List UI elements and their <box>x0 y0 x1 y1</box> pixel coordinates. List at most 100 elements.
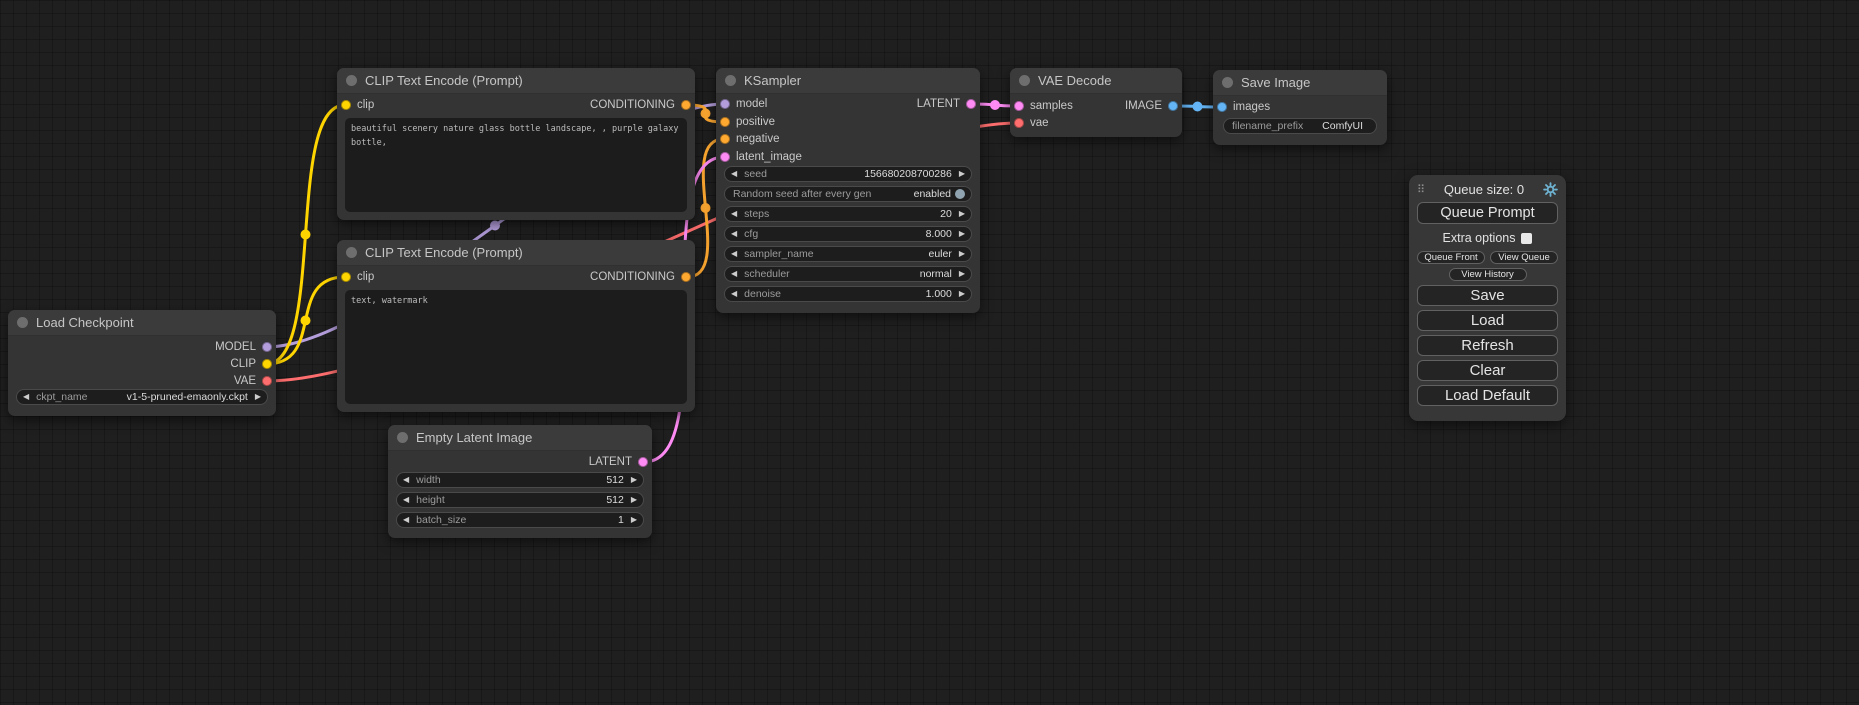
collapse-dot[interactable] <box>1222 77 1233 88</box>
ckpt-name-widget[interactable]: ◀ ckpt_name v1-5-pruned-emaonly.ckpt ▶ <box>16 389 268 405</box>
wire-midpoint-dot <box>701 203 711 213</box>
node-title-bar[interactable]: VAE Decode <box>1010 68 1182 94</box>
wire-midpoint-dot <box>301 316 311 326</box>
increment-arrow-icon[interactable]: ▶ <box>959 170 965 178</box>
decrement-arrow-icon[interactable]: ◀ <box>731 270 737 278</box>
decrement-arrow-icon[interactable]: ◀ <box>731 250 737 258</box>
image-output-dot[interactable] <box>1168 101 1178 111</box>
decrement-arrow-icon[interactable]: ◀ <box>731 210 737 218</box>
extra-options-checkbox[interactable] <box>1521 233 1532 244</box>
output-slot-label: LATENT <box>589 456 632 468</box>
node-ksampler[interactable]: KSampler model positive negative latent_… <box>716 68 980 313</box>
node-title-bar[interactable]: KSampler <box>716 68 980 94</box>
node-title-bar[interactable]: Save Image <box>1213 70 1387 96</box>
conditioning-input-dot[interactable] <box>720 117 730 127</box>
settings-gear-icon[interactable] <box>1543 182 1558 197</box>
positive-prompt-textarea[interactable]: beautiful scenery nature glass bottle la… <box>345 118 687 212</box>
node-title-bar[interactable]: Load Checkpoint <box>8 310 276 336</box>
collapse-dot[interactable] <box>725 75 736 86</box>
increment-arrow-icon[interactable]: ▶ <box>959 250 965 258</box>
decrement-arrow-icon[interactable]: ◀ <box>23 393 29 401</box>
clip-input-dot[interactable] <box>341 100 351 110</box>
height-widget[interactable]: ◀ height 512 ▶ <box>396 492 644 508</box>
save-button[interactable]: Save <box>1417 285 1558 306</box>
increment-arrow-icon[interactable]: ▶ <box>959 270 965 278</box>
node-vae-decode[interactable]: VAE Decode samples vae IMAGE <box>1010 68 1182 137</box>
increment-arrow-icon[interactable]: ▶ <box>631 496 637 504</box>
increment-arrow-icon[interactable]: ▶ <box>959 230 965 238</box>
width-widget[interactable]: ◀ width 512 ▶ <box>396 472 644 488</box>
vae-output-dot[interactable] <box>262 376 272 386</box>
vae-input-dot[interactable] <box>1014 118 1024 128</box>
node-title-bar[interactable]: CLIP Text Encode (Prompt) <box>337 68 695 94</box>
drag-handle-icon[interactable]: ⠿ <box>1417 183 1425 196</box>
decrement-arrow-icon[interactable]: ◀ <box>403 496 409 504</box>
input-slot-label: images <box>1233 101 1270 113</box>
wire-midpoint-dot <box>1193 102 1203 112</box>
node-title: Empty Latent Image <box>416 430 532 445</box>
decrement-arrow-icon[interactable]: ◀ <box>731 290 737 298</box>
cfg-widget[interactable]: ◀ cfg 8.000 ▶ <box>724 226 972 242</box>
clear-button[interactable]: Clear <box>1417 360 1558 381</box>
collapse-dot[interactable] <box>17 317 28 328</box>
node-empty-latent-image[interactable]: Empty Latent Image LATENT ◀ width 512 ▶ … <box>388 425 652 538</box>
node-load-checkpoint[interactable]: Load Checkpoint MODEL CLIP VAE ◀ ckpt_na… <box>8 310 276 416</box>
refresh-button[interactable]: Refresh <box>1417 335 1558 356</box>
input-slot-samples: samples <box>1014 97 1073 115</box>
increment-arrow-icon[interactable]: ▶ <box>631 476 637 484</box>
node-save-image[interactable]: Save Image images filename_prefix ComfyU… <box>1213 70 1387 145</box>
decrement-arrow-icon[interactable]: ◀ <box>731 230 737 238</box>
collapse-dot[interactable] <box>397 432 408 443</box>
clip-output-dot[interactable] <box>262 359 272 369</box>
decrement-arrow-icon[interactable]: ◀ <box>403 516 409 524</box>
node-graph-canvas[interactable]: Load Checkpoint MODEL CLIP VAE ◀ ckpt_na… <box>0 0 1859 705</box>
node-title-bar[interactable]: CLIP Text Encode (Prompt) <box>337 240 695 266</box>
increment-arrow-icon[interactable]: ▶ <box>959 210 965 218</box>
conditioning-output-dot[interactable] <box>681 272 691 282</box>
seed-widget[interactable]: ◀ seed 156680208700286 ▶ <box>724 166 972 182</box>
collapse-dot[interactable] <box>346 247 357 258</box>
filename-prefix-widget[interactable]: filename_prefix ComfyUI <box>1223 118 1377 134</box>
batch-size-widget[interactable]: ◀ batch_size 1 ▶ <box>396 512 644 528</box>
input-slot-negative: negative <box>720 130 779 148</box>
latent-output-dot[interactable] <box>966 99 976 109</box>
node-clip-text-encode-positive[interactable]: CLIP Text Encode (Prompt) clip CONDITION… <box>337 68 695 220</box>
view-queue-button[interactable]: View Queue <box>1490 251 1558 264</box>
increment-arrow-icon[interactable]: ▶ <box>631 516 637 524</box>
denoise-widget[interactable]: ◀ denoise 1.000 ▶ <box>724 286 972 302</box>
clip-input-dot[interactable] <box>341 272 351 282</box>
latent-input-dot[interactable] <box>1014 101 1024 111</box>
conditioning-input-dot[interactable] <box>720 134 730 144</box>
view-history-row: View History <box>1417 268 1558 281</box>
latent-output-dot[interactable] <box>638 457 648 467</box>
image-input-dot[interactable] <box>1217 102 1227 112</box>
decrement-arrow-icon[interactable]: ◀ <box>731 170 737 178</box>
conditioning-output-dot[interactable] <box>681 100 691 110</box>
increment-arrow-icon[interactable]: ▶ <box>959 290 965 298</box>
view-history-button[interactable]: View History <box>1449 268 1527 281</box>
node-clip-text-encode-negative[interactable]: CLIP Text Encode (Prompt) clip CONDITION… <box>337 240 695 412</box>
negative-prompt-textarea[interactable]: text, watermark <box>345 290 687 404</box>
increment-arrow-icon[interactable]: ▶ <box>255 393 261 401</box>
sampler-name-widget[interactable]: ◀ sampler_name euler ▶ <box>724 246 972 262</box>
model-output-dot[interactable] <box>262 342 272 352</box>
load-default-button[interactable]: Load Default <box>1417 385 1558 406</box>
queue-front-button[interactable]: Queue Front <box>1417 251 1485 264</box>
model-input-dot[interactable] <box>720 99 730 109</box>
toggle-dot[interactable] <box>955 189 965 199</box>
wire-midpoint-dot <box>701 109 711 119</box>
collapse-dot[interactable] <box>1019 75 1030 86</box>
scheduler-widget[interactable]: ◀ scheduler normal ▶ <box>724 266 972 282</box>
queue-prompt-button[interactable]: Queue Prompt <box>1417 202 1558 224</box>
output-slot-clip: CLIP <box>230 355 272 373</box>
load-button[interactable]: Load <box>1417 310 1558 331</box>
extra-options-label: Extra options <box>1443 231 1516 245</box>
input-slot-label: vae <box>1030 117 1049 129</box>
latent-input-dot[interactable] <box>720 152 730 162</box>
collapse-dot[interactable] <box>346 75 357 86</box>
random-seed-toggle-widget[interactable]: Random seed after every gen enabled <box>724 186 972 202</box>
decrement-arrow-icon[interactable]: ◀ <box>403 476 409 484</box>
steps-widget[interactable]: ◀ steps 20 ▶ <box>724 206 972 222</box>
input-slot-vae: vae <box>1014 114 1049 132</box>
node-title-bar[interactable]: Empty Latent Image <box>388 425 652 451</box>
